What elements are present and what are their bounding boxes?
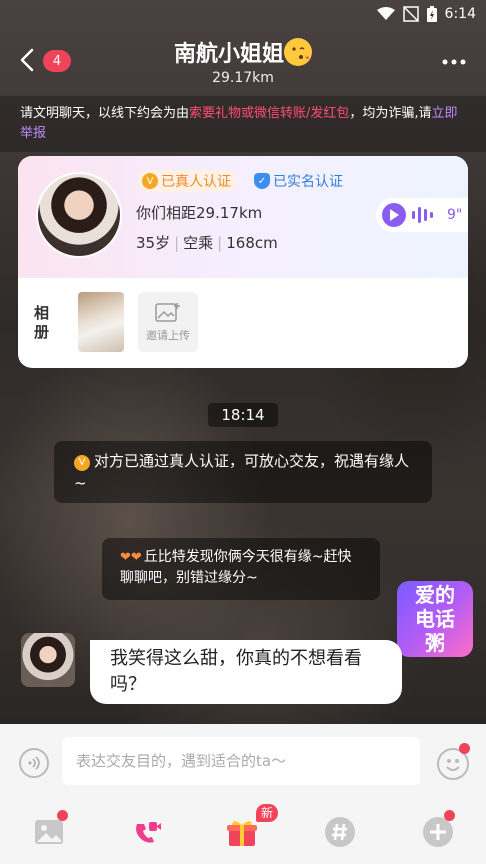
video-call-icon[interactable] — [131, 816, 163, 848]
notice-warning: 索要礼物或微信转账/发红包 — [189, 106, 350, 121]
hashtag-icon[interactable] — [324, 816, 356, 848]
input-bar — [0, 724, 486, 798]
more-notification-dot — [444, 810, 455, 821]
profile-facts: 35岁 | 空乘 | 168cm — [136, 232, 278, 253]
audio-wave-icon — [412, 207, 433, 223]
album-label: 相册 — [34, 304, 50, 341]
system-message-cupid: ❤❤ 丘比特发现你俩今天很有缘~赶快聊聊吧，别错过缘分~ — [102, 538, 380, 600]
status-bar: 6:14 — [0, 0, 486, 28]
status-time: 6:14 — [444, 6, 476, 22]
gift-icon[interactable] — [226, 816, 258, 848]
profile-height: 168cm — [226, 234, 278, 252]
voice-duration: 9" — [447, 207, 463, 223]
invite-upload-label: 邀请上传 — [146, 329, 190, 342]
wifi-icon — [376, 7, 395, 20]
incoming-message-bubble[interactable]: 我笑得这么甜，你真的不想看看吗？ — [90, 640, 402, 704]
kiss-emoji-icon — [284, 38, 312, 66]
notice-prefix: 请文明聊天，以线下约会为由 — [20, 106, 190, 121]
play-icon — [382, 203, 406, 227]
no-signal-icon — [402, 6, 419, 22]
sender-avatar[interactable] — [21, 633, 75, 687]
real-name-verified-badge: ✓ 已实名认证 — [250, 170, 349, 192]
contact-distance: 29.17km — [212, 70, 274, 86]
photo-notification-dot — [57, 810, 68, 821]
profile-age: 35岁 — [136, 234, 171, 252]
emoji-notification-dot — [459, 743, 470, 754]
voice-intro-button[interactable]: 9" — [376, 198, 468, 232]
chat-toolbar: 新 — [0, 798, 486, 864]
profile-card[interactable]: V 已真人认证 ✓ 已实名认证 你们相距29.17km 35岁 | 空乘 | 168cm… — [18, 156, 468, 368]
more-options-icon[interactable] — [442, 58, 466, 66]
promo-text: 爱的电话粥 — [415, 583, 455, 655]
album-photo[interactable] — [78, 292, 124, 352]
system-cupid-text: 丘比特发现你俩今天很有缘~赶快聊聊吧，别错过缘分~ — [120, 549, 352, 586]
contact-name: 南航小姐姐 — [173, 42, 284, 67]
voice-wave-icon — [28, 756, 40, 770]
invite-upload-button[interactable]: 邀请上传 — [138, 292, 198, 352]
smiley-icon — [446, 759, 460, 771]
broken-hearts-icon: ❤❤ — [120, 550, 142, 565]
profile-avatar[interactable] — [36, 172, 122, 258]
message-input[interactable] — [62, 737, 420, 785]
system-verified-text: 对方已通过真人认证，可放心交友，祝遇有缘人~ — [74, 452, 410, 492]
verified-v-icon: V — [74, 455, 90, 471]
shield-check-icon: ✓ — [254, 173, 270, 189]
profile-job: 空乘 — [183, 234, 214, 252]
facts-divider: | — [174, 234, 180, 252]
battery-icon — [426, 6, 437, 22]
voice-input-button[interactable] — [19, 748, 49, 778]
verified-v-icon: V — [142, 173, 158, 189]
chat-header: 4 南航小姐姐 29.17km — [0, 28, 486, 92]
profile-distance: 你们相距29.17km — [136, 204, 263, 222]
gift-new-badge: 新 — [256, 804, 279, 822]
facts-divider: | — [217, 234, 223, 252]
time-divider: 18:14 — [208, 403, 278, 427]
real-person-verified-label: 已真人认证 — [161, 174, 231, 190]
anti-fraud-notice: 请文明聊天，以线下约会为由索要礼物或微信转账/发红包，均为诈骗,请立即举报 — [0, 96, 486, 152]
add-image-icon — [155, 303, 180, 322]
page-title: 南航小姐姐 — [0, 36, 486, 68]
notice-middle: ，均为诈骗,请 — [349, 106, 432, 121]
message-text: 我笑得这么甜，你真的不想看看吗？ — [110, 648, 362, 695]
love-phone-promo-banner[interactable]: 爱的电话粥 — [397, 581, 473, 657]
real-name-verified-label: 已实名认证 — [273, 174, 343, 190]
real-person-verified-badge: V 已真人认证 — [138, 170, 237, 192]
system-message-verified: V 对方已通过真人认证，可放心交友，祝遇有缘人~ — [54, 441, 432, 503]
